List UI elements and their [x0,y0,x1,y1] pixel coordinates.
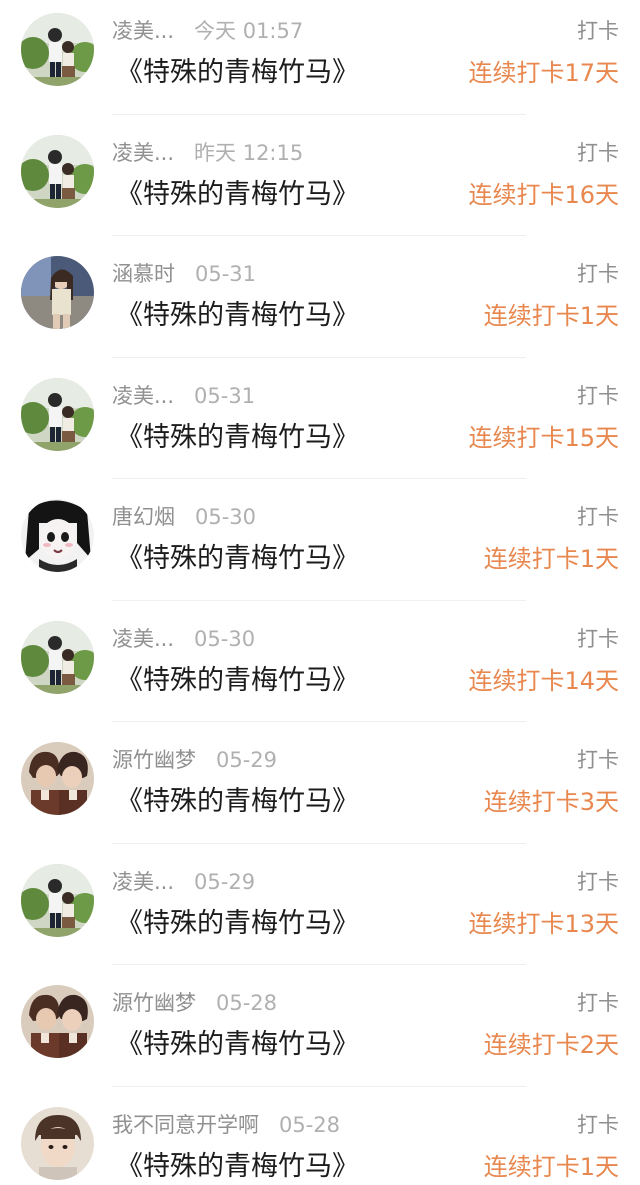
post-time: 05-28 [216,991,278,1015]
list-item[interactable]: 凌美... 昨天 12:15 《特殊的青梅竹马》 打卡 连续打卡16天 [0,122,640,244]
meta-line: 源竹幽梦 05-28 [112,987,277,1019]
divider [112,478,526,479]
list-item[interactable]: 凌美... 05-30 《特殊的青梅竹马》 打卡 连续打卡14天 [0,608,640,730]
checkin-label: 打卡 [577,505,619,529]
list-item[interactable]: 源竹幽梦 05-29 《特殊的青梅竹马》 打卡 连续打卡3天 [0,729,640,851]
avatar-manga-girl-icon[interactable] [21,499,94,572]
post-time: 05-30 [195,505,257,529]
meta-line: 凌美... 昨天 12:15 [112,137,303,169]
post-time: 05-29 [194,869,256,894]
divider [112,356,526,358]
avatar-two-boys-icon[interactable] [21,985,94,1058]
user-name[interactable]: 唐幻烟 [112,505,175,529]
book-title[interactable]: 《特殊的青梅竹马》 [116,175,359,215]
book-title[interactable]: 《特殊的青梅竹马》 [116,296,359,336]
book-title[interactable]: 《特殊的青梅竹马》 [116,539,359,579]
post-time: 昨天 12:15 [194,140,304,165]
list-item[interactable]: 唐幻烟 05-30 《特殊的青梅竹马》 打卡 连续打卡1天 [0,486,640,608]
post-time: 05-30 [194,626,256,651]
checkin-label: 打卡 [577,140,619,165]
streak-badge: 连续打卡13天 [468,909,619,938]
meta-line: 凌美... 05-31 [112,380,255,412]
checkin-label: 打卡 [577,262,619,286]
checkin-list: 凌美... 今天 01:57 《特殊的青梅竹马》 打卡 连续打卡17天 凌美..… [0,0,640,1185]
streak-badge: 连续打卡1天 [483,302,619,330]
streak-badge: 连续打卡1天 [483,1152,619,1181]
divider [112,1085,526,1087]
meta-line: 唐幻烟 05-30 [112,501,256,533]
streak-badge: 连续打卡3天 [483,788,619,816]
book-title[interactable]: 《特殊的青梅竹马》 [116,782,359,822]
post-time: 05-31 [195,262,257,286]
divider [112,235,526,236]
book-title[interactable]: 《特殊的青梅竹马》 [116,661,359,701]
user-name[interactable]: 凌美... [112,141,174,165]
book-title[interactable]: 《特殊的青梅竹马》 [116,418,359,458]
list-item[interactable]: 源竹幽梦 05-28 《特殊的青梅竹马》 打卡 连续打卡2天 [0,972,640,1094]
divider [112,964,526,965]
avatar-two-boys-icon[interactable] [21,742,94,815]
streak-badge: 连续打卡16天 [468,180,619,209]
list-item[interactable]: 凌美... 今天 01:57 《特殊的青梅竹马》 打卡 连续打卡17天 [0,0,640,122]
user-name[interactable]: 凌美... [112,19,174,43]
list-item[interactable]: 涵慕时 05-31 《特殊的青梅竹马》 打卡 连续打卡1天 [0,243,640,365]
avatar-couple-garden-icon[interactable] [21,13,94,86]
user-name[interactable]: 凌美... [112,627,174,651]
streak-badge: 连续打卡17天 [468,59,619,87]
meta-line: 我不同意开学啊 05-28 [112,1109,340,1141]
checkin-label: 打卡 [577,1112,619,1137]
divider [112,113,526,115]
divider [112,842,526,844]
book-title[interactable]: 《特殊的青梅竹马》 [116,904,359,944]
checkin-label: 打卡 [577,626,619,651]
book-title[interactable]: 《特殊的青梅竹马》 [116,1147,359,1185]
streak-badge: 连续打卡15天 [468,423,619,452]
user-name[interactable]: 源竹幽梦 [112,991,196,1015]
list-item[interactable]: 凌美... 05-31 《特殊的青梅竹马》 打卡 连续打卡15天 [0,365,640,487]
checkin-label: 打卡 [577,991,619,1015]
checkin-label: 打卡 [577,869,619,894]
divider [112,599,526,601]
streak-badge: 连续打卡14天 [468,666,619,695]
post-time: 05-28 [279,1112,341,1137]
checkin-label: 打卡 [577,19,619,43]
streak-badge: 连续打卡2天 [483,1031,619,1059]
meta-line: 凌美... 05-29 [112,866,255,898]
user-name[interactable]: 我不同意开学啊 [112,1113,259,1137]
user-name[interactable]: 涵慕时 [112,262,175,286]
meta-line: 涵慕时 05-31 [112,258,256,290]
post-time: 05-29 [216,748,278,772]
checkin-label: 打卡 [577,383,619,408]
list-item[interactable]: 我不同意开学啊 05-28 《特殊的青梅竹马》 打卡 连续打卡1天 [0,1094,640,1185]
streak-badge: 连续打卡1天 [483,545,619,573]
avatar-girl-window-icon[interactable] [21,256,94,329]
checkin-label: 打卡 [577,748,619,772]
user-name[interactable]: 凌美... [112,870,174,894]
avatar-boy-portrait-icon[interactable] [21,1106,94,1180]
divider [112,721,526,722]
list-item[interactable]: 凌美... 05-29 《特殊的青梅竹马》 打卡 连续打卡13天 [0,851,640,973]
book-title[interactable]: 《特殊的青梅竹马》 [116,53,359,93]
meta-line: 凌美... 05-30 [112,623,255,655]
avatar-couple-garden-icon[interactable] [21,377,94,451]
book-title[interactable]: 《特殊的青梅竹马》 [116,1025,359,1065]
meta-line: 源竹幽梦 05-29 [112,744,277,776]
user-name[interactable]: 源竹幽梦 [112,748,196,772]
avatar-couple-garden-icon[interactable] [21,863,94,937]
avatar-couple-garden-icon[interactable] [21,134,94,208]
post-time: 05-31 [194,383,256,408]
meta-line: 凌美... 今天 01:57 [112,15,303,47]
user-name[interactable]: 凌美... [112,384,174,408]
avatar-couple-garden-icon[interactable] [21,620,94,694]
post-time: 今天 01:57 [194,19,304,43]
